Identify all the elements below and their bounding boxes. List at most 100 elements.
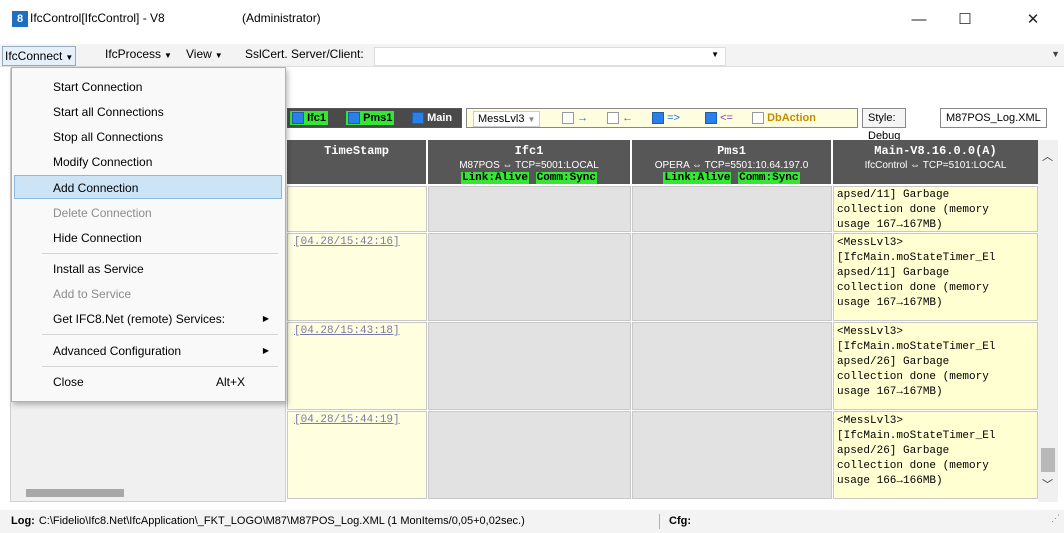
filter-dbaction-label: DbAction	[767, 112, 816, 124]
checkbox-checked-icon	[292, 112, 304, 125]
status-bar: Log: C:\Fidelio\Ifc8.Net\IfcApplication\_…	[0, 510, 1064, 533]
checkbox-checked-icon	[705, 112, 717, 125]
filter-outgoing-label: →	[577, 112, 589, 124]
menu-ifcprocess-label: IfcProcess	[105, 47, 162, 61]
column-header-main: Main-V8.16.0.0(A) IfcControl ⇔ TCP=5101:…	[833, 140, 1038, 184]
column-header-ifc1: Ifc1 M87POS ⇔ TCP=5001:LOCAL Link:Alive …	[428, 140, 630, 184]
menu-separator	[42, 366, 278, 367]
table-row-timestamp: [04.28/15:42:16]	[287, 233, 427, 321]
minimize-button[interactable]: —	[896, 6, 942, 34]
menu-add-connection[interactable]: Add Connection	[14, 175, 282, 199]
menu-start-all-connections[interactable]: Start all Connections	[12, 100, 283, 124]
menu-item-label: Add to Service	[53, 287, 132, 301]
chevron-down-icon: ▼	[214, 51, 223, 60]
filter-ifc1-label: Ifc1	[307, 112, 327, 124]
menu-modify-connection[interactable]: Modify Connection	[12, 150, 283, 174]
filter-incoming[interactable]: ←	[607, 109, 633, 127]
menu-item-label: Start Connection	[53, 80, 143, 94]
column-subtitle: M87POS ⇔ TCP=5001:LOCAL	[459, 160, 599, 171]
filter-dbaction[interactable]: DbAction	[752, 109, 816, 127]
column-subtitle: IfcControl ⇔ TCP=5101:LOCAL	[864, 160, 1007, 171]
scroll-down-icon[interactable]: ﹀	[1042, 476, 1053, 492]
table-cell-pms1	[632, 322, 832, 410]
filter-pms1-label: Pms1	[363, 112, 393, 124]
menu-view[interactable]: View ▼	[186, 47, 223, 61]
filter-ifc1[interactable]: Ifc1	[290, 111, 329, 125]
scrollbar-thumb[interactable]	[1041, 448, 1055, 472]
chevron-down-icon: ▼	[527, 115, 536, 124]
filter-main[interactable]: Main	[410, 111, 454, 125]
menu-item-label: Stop all Connections	[53, 130, 164, 144]
chevron-down-icon: ▼	[164, 51, 172, 60]
resize-grip-icon[interactable]: ⋰	[1051, 507, 1060, 530]
column-title: Pms1	[717, 144, 746, 158]
menu-hide-connection[interactable]: Hide Connection	[12, 226, 283, 250]
filter-forward-label: =>	[667, 112, 680, 124]
checkbox-checked-icon	[348, 112, 360, 125]
checkbox-checked-icon	[652, 112, 664, 125]
table-row-timestamp	[287, 186, 427, 232]
ssl-cert-select[interactable]: ▼	[374, 47, 726, 66]
menu-bar: IfcConnect ▼ IfcProcess ▼ View ▼ SslCert. S…	[0, 44, 1064, 67]
menu-ifcconnect[interactable]: IfcConnect ▼	[2, 46, 77, 66]
menu-stop-all-connections[interactable]: Stop all Connections	[12, 125, 283, 149]
menu-close[interactable]: Close Alt+X	[12, 370, 283, 394]
status-separator	[659, 514, 660, 529]
close-window-button[interactable]: ✕	[1010, 6, 1056, 34]
vertical-scrollbar[interactable]: ︿ ﹀	[1038, 140, 1058, 502]
ifcconnect-dropdown: Start Connection Start all Connections S…	[11, 67, 286, 402]
menu-item-label: Install as Service	[53, 262, 144, 276]
horizontal-scrollbar-thumb[interactable]	[26, 489, 124, 497]
timestamp-link[interactable]: [04.28/15:42:16]	[294, 236, 400, 248]
app-icon: 8	[12, 11, 28, 27]
filter-backward[interactable]: <=	[705, 109, 733, 127]
ssl-label: SslCert. Server/Client:	[245, 47, 364, 61]
table-row-timestamp: [04.28/15:44:19]	[287, 411, 427, 499]
menu-item-label: Delete Connection	[53, 206, 152, 220]
maximize-button[interactable]: ☐	[942, 6, 988, 34]
scroll-up-icon[interactable]: ︿	[1042, 148, 1053, 164]
style-label[interactable]: Style: Debug	[862, 108, 907, 142]
menu-item-label: Close	[53, 375, 84, 389]
table-cell-ifc1	[428, 411, 631, 499]
comm-status: Comm:Sync	[738, 172, 800, 184]
log-label: Log:	[11, 515, 35, 527]
overflow-chevron-icon[interactable]: ▼	[1051, 49, 1060, 59]
column-title: Ifc1	[514, 144, 544, 158]
cfg-label: Cfg:	[669, 515, 691, 527]
column-status: Link:Alive Comm:Sync	[632, 172, 831, 184]
messlvl-value: MessLvl3	[478, 113, 525, 125]
column-header-timestamp: TimeStamp	[287, 140, 426, 184]
timestamp-link[interactable]: [04.28/15:44:19]	[294, 414, 400, 426]
message-filter-group: MessLvl3 ▼ → ← => <= DbAction	[466, 108, 858, 128]
admin-label: (Administrator)	[242, 11, 321, 25]
column-header-pms1: Pms1 OPERA ⇔ TCP=5501:10.64.197.0 Link:A…	[632, 140, 831, 184]
menu-start-connection[interactable]: Start Connection	[12, 75, 283, 99]
link-status: Link:Alive	[460, 172, 529, 184]
filter-forward[interactable]: =>	[652, 109, 680, 127]
filter-pms1[interactable]: Pms1	[346, 111, 395, 125]
column-title: TimeStamp	[324, 144, 389, 158]
submenu-arrow-icon: ▶	[262, 346, 269, 355]
connection-filter-group: Ifc1 Pms1 Main	[287, 108, 462, 128]
logfile-label: M87POS_Log.XML	[940, 108, 1047, 128]
menu-get-remote-services[interactable]: Get IFC8.Net (remote) Services: ▶	[12, 307, 283, 331]
menu-ifcconnect-label: IfcConnect	[5, 49, 63, 63]
menu-delete-connection: Delete Connection	[12, 201, 283, 225]
checkbox-checked-icon	[412, 112, 424, 125]
column-subtitle: OPERA ⇔ TCP=5501:10.64.197.0	[654, 160, 809, 171]
filter-outgoing[interactable]: →	[562, 109, 588, 127]
menu-advanced-configuration[interactable]: Advanced Configuration ▶	[12, 339, 283, 363]
log-grid: TimeStamp Ifc1 M87POS ⇔ TCP=5001:LOCAL L…	[287, 140, 1038, 502]
menu-ifcprocess[interactable]: IfcProcess ▼	[105, 47, 172, 61]
table-cell-ifc1	[428, 322, 631, 410]
checkbox-unchecked-icon	[562, 112, 574, 125]
messlvl-select[interactable]: MessLvl3 ▼	[473, 111, 541, 127]
menu-view-label: View	[186, 47, 212, 61]
timestamp-link[interactable]: [04.28/15:43:18]	[294, 325, 400, 337]
filter-incoming-label: ←	[622, 112, 634, 124]
menu-install-as-service[interactable]: Install as Service	[12, 257, 283, 281]
table-cell-pms1	[632, 233, 832, 321]
menu-item-label: Hide Connection	[53, 231, 142, 245]
filter-main-label: Main	[427, 112, 453, 124]
